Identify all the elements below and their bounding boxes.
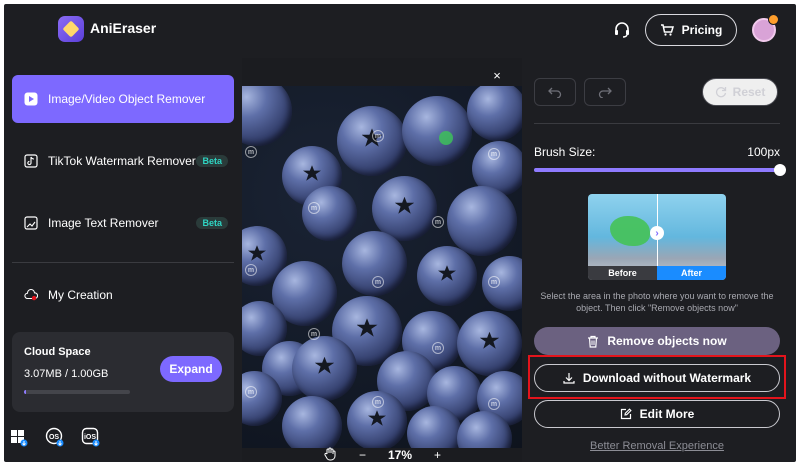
redo-icon	[598, 87, 612, 98]
zoom-level: 17%	[387, 448, 413, 462]
brush-slider-fill	[534, 168, 780, 172]
blueberry	[292, 336, 357, 401]
cloud-usage-text: 3.07MB / 1.00GB	[24, 368, 109, 380]
download-label: Download without Watermark	[582, 371, 752, 385]
watermark-logo: m	[488, 276, 500, 288]
brush-size-label: Brush Size:	[534, 145, 596, 159]
reset-label: Reset	[732, 85, 766, 99]
watermark-logo: m	[488, 398, 500, 410]
blueberry	[457, 311, 522, 376]
panel-divider	[534, 123, 780, 124]
windows-icon[interactable]	[8, 426, 30, 448]
cloud-usage-bar	[24, 390, 130, 394]
play-square-icon	[24, 92, 38, 106]
pricing-label: Pricing	[681, 23, 723, 37]
ios-icon[interactable]: iOS	[80, 426, 102, 448]
blueberry	[282, 396, 342, 448]
brush-size-slider[interactable]	[534, 164, 786, 176]
blueberry	[467, 86, 522, 141]
preview-after-label: After	[657, 266, 726, 280]
watermark-logo: m	[372, 396, 384, 408]
brush-size-value: 100px	[747, 145, 780, 159]
uploaded-photo[interactable]: m m m m m m m m m m m m m	[242, 86, 522, 448]
watermark-logo: m	[372, 130, 384, 142]
sidebar-item-label: TikTok Watermark Remover	[48, 154, 196, 168]
edit-more-label: Edit More	[639, 407, 695, 421]
blueberry	[402, 96, 472, 166]
sidebar-item-label: Image/Video Object Remover	[48, 92, 206, 106]
instruction-hint: Select the area in the photo where you w…	[540, 291, 774, 313]
image-text-icon	[24, 216, 38, 230]
macos-icon[interactable]: OS	[44, 426, 66, 448]
app-window: AniEraser Pricing Image/Video Object Rem…	[4, 4, 796, 462]
blueberry	[447, 186, 517, 256]
zoom-in-button[interactable]: +	[434, 448, 441, 462]
blueberry	[417, 246, 477, 306]
preview-before-label: Before	[588, 266, 657, 280]
download-without-watermark-button[interactable]: Download without Watermark	[534, 364, 780, 392]
support-headset-icon[interactable]	[612, 20, 632, 40]
logo-mark-icon	[62, 20, 80, 38]
beta-badge: Beta	[196, 155, 228, 167]
cloud-space-card: Cloud Space 3.07MB / 1.00GB Expand	[12, 332, 234, 412]
cloud-usage-fill	[24, 390, 27, 394]
cloud-creation-icon	[24, 288, 38, 302]
redo-button[interactable]	[584, 78, 626, 106]
sidebar-item-object-remover[interactable]: Image/Video Object Remover	[12, 75, 234, 123]
sidebar-item-my-creation[interactable]: My Creation	[12, 271, 234, 319]
expand-button[interactable]: Expand	[160, 356, 222, 382]
blueberry	[337, 106, 407, 176]
watermark-logo: m	[308, 328, 320, 340]
brush-mark	[439, 131, 453, 145]
zoom-toolbar: − 17% +	[242, 447, 522, 463]
tiktok-icon	[24, 154, 38, 168]
remove-objects-label: Remove objects now	[607, 334, 727, 348]
watermark-logo: m	[432, 216, 444, 228]
app-name: AniEraser	[90, 20, 157, 36]
brush-slider-thumb[interactable]	[774, 164, 786, 176]
watermark-logo: m	[308, 202, 320, 214]
watermark-logo: m	[245, 386, 257, 398]
reset-icon	[715, 87, 726, 98]
watermark-logo: m	[245, 146, 257, 158]
sidebar-item-label: Image Text Remover	[48, 216, 159, 230]
blueberry	[242, 86, 292, 146]
cloud-space-title: Cloud Space	[24, 346, 91, 358]
sidebar-item-image-text-remover[interactable]: Image Text Remover Beta	[12, 199, 234, 247]
trash-icon	[588, 335, 599, 348]
pricing-button[interactable]: Pricing	[645, 14, 737, 46]
undo-button[interactable]	[534, 78, 576, 106]
edit-more-button[interactable]: Edit More	[534, 400, 780, 428]
sidebar-item-tiktok-watermark-remover[interactable]: TikTok Watermark Remover Beta	[12, 137, 234, 185]
zoom-out-button[interactable]: −	[359, 448, 366, 462]
chevron-right-icon: ›	[650, 226, 664, 240]
macos-label: OS	[49, 434, 59, 441]
sidebar-divider	[12, 262, 234, 263]
hand-pan-icon[interactable]	[323, 447, 337, 463]
watermark-logo: m	[488, 148, 500, 160]
better-removal-link[interactable]: Better Removal Experience	[534, 440, 780, 452]
preview-brush-area	[610, 216, 650, 246]
edit-icon	[620, 408, 632, 420]
header: AniEraser Pricing	[4, 4, 796, 58]
close-icon[interactable]: ×	[490, 68, 504, 83]
undo-icon	[548, 87, 562, 98]
user-avatar[interactable]	[752, 15, 778, 42]
watermark-logo: m	[245, 264, 257, 276]
remove-objects-button[interactable]: Remove objects now	[534, 327, 780, 355]
sidebar-item-label: My Creation	[48, 288, 113, 302]
blueberry	[302, 186, 357, 241]
reset-button[interactable]: Reset	[702, 78, 778, 106]
watermark-logo: m	[372, 276, 384, 288]
beta-badge: Beta	[196, 217, 228, 229]
before-after-preview: › Before After	[588, 194, 726, 280]
watermark-logo: m	[432, 342, 444, 354]
app-logo	[58, 16, 84, 42]
cart-icon	[660, 24, 674, 36]
download-icon	[563, 373, 575, 384]
